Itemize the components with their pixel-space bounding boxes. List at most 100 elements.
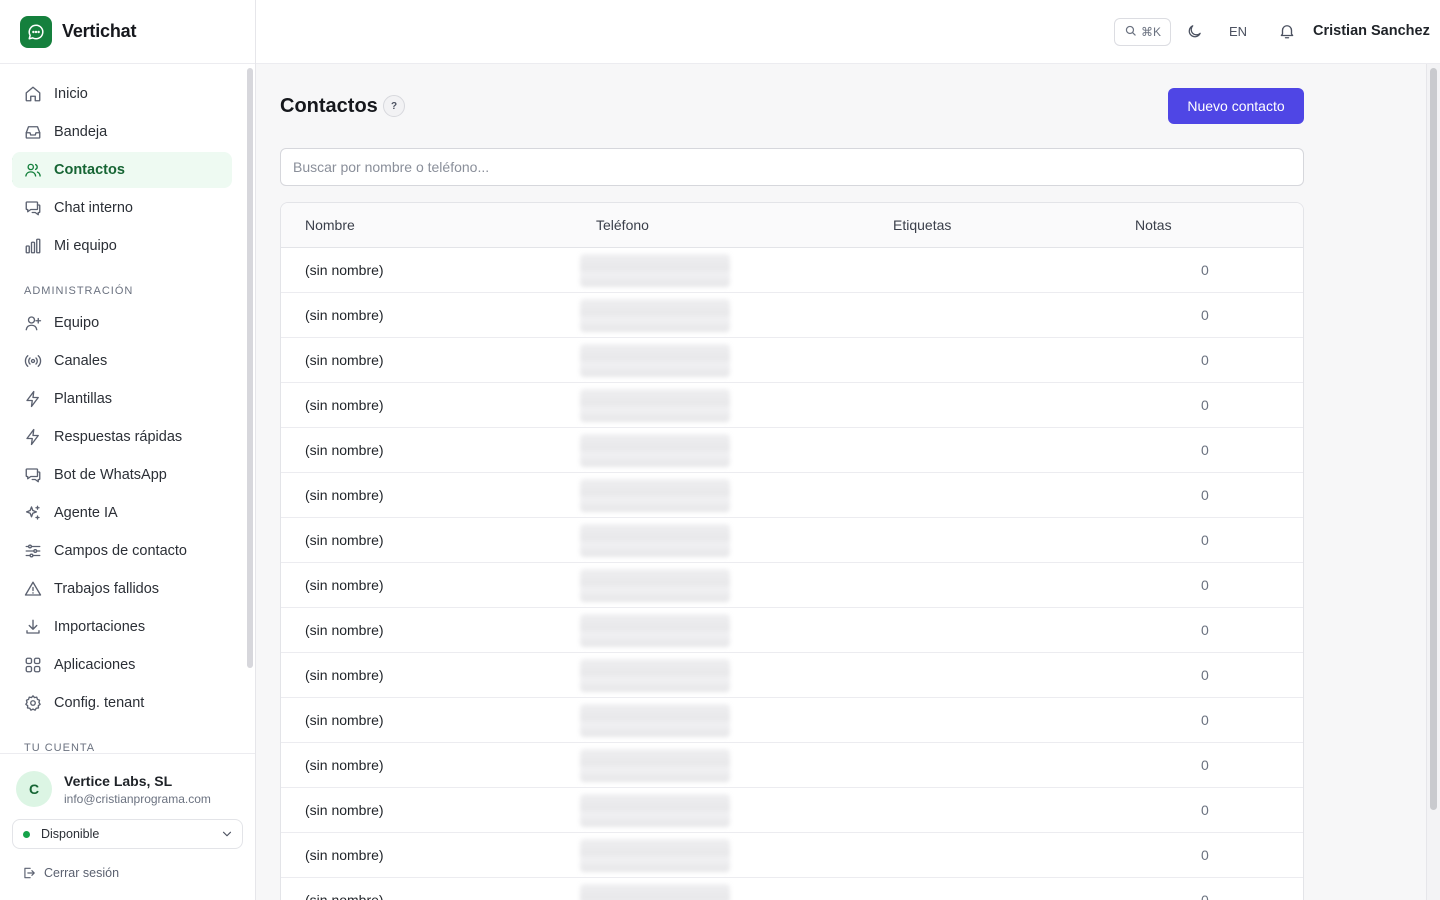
chat-icon (24, 199, 42, 217)
contact-notes-count: 0 (1201, 712, 1209, 728)
language-toggle[interactable]: EN (1229, 24, 1247, 39)
table-row[interactable]: (sin nombre) 0 (281, 563, 1303, 608)
sidebar-item-mi-equipo[interactable]: Mi equipo (12, 228, 232, 264)
contact-notes-count: 0 (1201, 442, 1209, 458)
sidebar-item-respuestas-rapidas[interactable]: Respuestas rápidas (12, 419, 232, 455)
contact-name: (sin nombre) (305, 397, 384, 413)
contact-name: (sin nombre) (305, 667, 384, 683)
contact-notes-count: 0 (1201, 532, 1209, 548)
table-row[interactable]: (sin nombre) 0 (281, 833, 1303, 878)
sidebar-item-bandeja[interactable]: Bandeja (12, 114, 232, 150)
sidebar-item-config-tenant[interactable]: Config. tenant (12, 685, 232, 721)
new-contact-button[interactable]: Nuevo contacto (1168, 88, 1304, 124)
table-row[interactable]: (sin nombre) 0 (281, 743, 1303, 788)
search-icon (1124, 24, 1137, 40)
table-row[interactable]: (sin nombre) 0 (281, 608, 1303, 653)
sidebar-item-inicio[interactable]: Inicio (12, 76, 232, 112)
sidebar-item-importaciones[interactable]: Importaciones (12, 609, 232, 645)
contact-phone-redacted (580, 884, 730, 900)
sidebar-item-label: Agente IA (54, 505, 118, 521)
sidebar-item-bot-whatsapp[interactable]: Bot de WhatsApp (12, 457, 232, 493)
brand[interactable]: Vertichat (0, 0, 255, 64)
contact-name: (sin nombre) (305, 802, 384, 818)
inbox-icon (24, 123, 42, 141)
sidebar-item-contactos[interactable]: Contactos (12, 152, 232, 188)
contact-notes-count: 0 (1201, 757, 1209, 773)
search-input[interactable] (280, 148, 1304, 186)
sidebar-item-chat-interno[interactable]: Chat interno (12, 190, 232, 226)
help-icon[interactable]: ? (383, 95, 405, 117)
contact-notes-count: 0 (1201, 487, 1209, 503)
contact-phone-redacted (580, 524, 730, 557)
contact-name: (sin nombre) (305, 262, 384, 278)
column-header-nombre[interactable]: Nombre (305, 217, 355, 233)
sidebar-item-plantillas[interactable]: Plantillas (12, 381, 232, 417)
sidebar-item-label: Bot de WhatsApp (54, 467, 167, 483)
contact-phone-redacted (580, 614, 730, 647)
contact-notes-count: 0 (1201, 262, 1209, 278)
sidebar-item-label: Mi equipo (54, 238, 117, 254)
sidebar-item-equipo[interactable]: Equipo (12, 305, 232, 341)
column-header-notas[interactable]: Notas (1135, 217, 1172, 233)
scrollbar-thumb[interactable] (1430, 68, 1437, 810)
avatar[interactable]: C (16, 771, 52, 807)
chevron-down-icon (220, 827, 234, 844)
sidebar-nav: Inicio Bandeja Contactos Chat interno Mi… (0, 64, 255, 753)
sidebar-item-agente-ia[interactable]: Agente IA (12, 495, 232, 531)
sidebar-item-aplicaciones[interactable]: Aplicaciones (12, 647, 232, 683)
sidebar-item-campos-contacto[interactable]: Campos de contacto (12, 533, 232, 569)
contact-name: (sin nombre) (305, 442, 384, 458)
contact-name: (sin nombre) (305, 487, 384, 503)
main-scrollbar[interactable] (1426, 64, 1440, 900)
contact-phone-redacted (580, 344, 730, 377)
contact-phone-redacted (580, 479, 730, 512)
sidebar-item-trabajos-fallidos[interactable]: Trabajos fallidos (12, 571, 232, 607)
contact-notes-count: 0 (1201, 622, 1209, 638)
availability-select[interactable]: Disponible (12, 819, 243, 849)
contact-phone-redacted (580, 254, 730, 287)
chat-bubble-logo-icon (20, 15, 52, 48)
contact-name: (sin nombre) (305, 352, 384, 368)
app-name: Vertichat (62, 21, 137, 41)
sidebar-item-canales[interactable]: Canales (12, 343, 232, 379)
user-plus-icon (24, 314, 42, 332)
table-row[interactable]: (sin nombre) 0 (281, 383, 1303, 428)
bolt-icon (24, 390, 42, 408)
account-name: Vertice Labs, SL (64, 773, 173, 789)
account-email: info@cristianprograma.com (64, 792, 211, 806)
contact-phone-redacted (580, 704, 730, 737)
search-shortcut-button[interactable]: ⌘K (1114, 18, 1171, 46)
bolt-icon (24, 428, 42, 446)
user-menu[interactable]: Cristian Sanchez (1313, 23, 1430, 39)
table-row[interactable]: (sin nombre) 0 (281, 293, 1303, 338)
table-row[interactable]: (sin nombre) 0 (281, 878, 1303, 900)
bell-icon[interactable] (1278, 22, 1296, 45)
users-icon (24, 161, 42, 179)
table-row[interactable]: (sin nombre) 0 (281, 698, 1303, 743)
contact-notes-count: 0 (1201, 307, 1209, 323)
table-row[interactable]: (sin nombre) 0 (281, 248, 1303, 293)
contact-phone-redacted (580, 299, 730, 332)
contact-phone-redacted (580, 659, 730, 692)
column-header-etiquetas[interactable]: Etiquetas (893, 217, 951, 233)
search-shortcut-label: ⌘K (1140, 25, 1161, 39)
warning-icon (24, 580, 42, 598)
sidebar-item-label: Bandeja (54, 124, 108, 140)
page-title: Contactos (280, 95, 378, 117)
column-header-telefono[interactable]: Teléfono (596, 217, 649, 233)
sidebar-scrollbar[interactable] (247, 68, 253, 668)
grid-icon (24, 656, 42, 674)
contact-phone-redacted (580, 839, 730, 872)
table-row[interactable]: (sin nombre) 0 (281, 338, 1303, 383)
moon-icon[interactable] (1186, 23, 1203, 45)
table-row[interactable]: (sin nombre) 0 (281, 653, 1303, 698)
logout-button[interactable]: Cerrar sesión (22, 866, 119, 880)
table-row[interactable]: (sin nombre) 0 (281, 428, 1303, 473)
contact-notes-count: 0 (1201, 667, 1209, 683)
gear-icon (24, 694, 42, 712)
sidebar-item-label: Plantillas (54, 391, 113, 407)
table-row[interactable]: (sin nombre) 0 (281, 473, 1303, 518)
sidebar-item-label: Respuestas rápidas (54, 429, 183, 445)
table-row[interactable]: (sin nombre) 0 (281, 518, 1303, 563)
table-row[interactable]: (sin nombre) 0 (281, 788, 1303, 833)
